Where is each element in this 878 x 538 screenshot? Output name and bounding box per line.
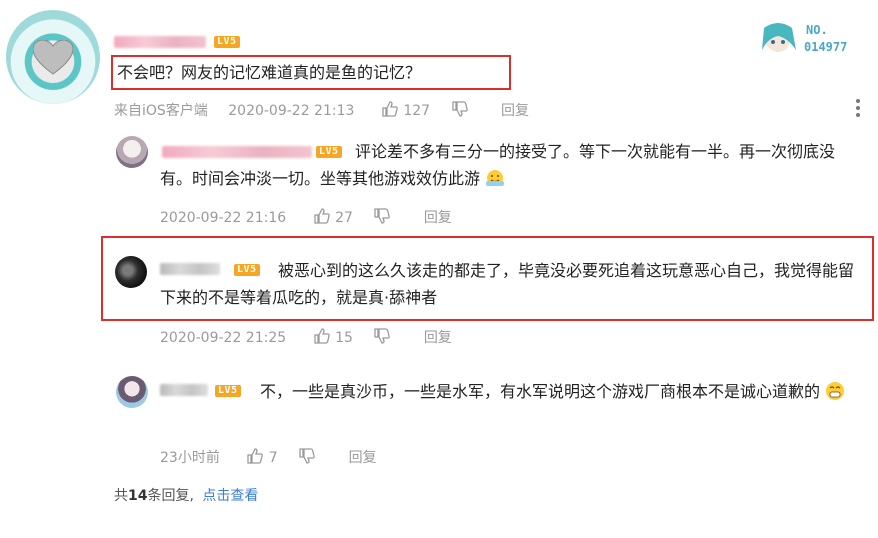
reply-button[interactable]: 回复 [349, 450, 377, 466]
reply-button[interactable]: 回复 [424, 210, 452, 226]
reply-1-meta: 2020-09-22 21:16 27 回复 [160, 207, 452, 226]
reply-button[interactable]: 回复 [424, 330, 452, 346]
like-button[interactable]: 7 [246, 448, 282, 466]
reply-3-text-content: 不，一些是真沙币，一些是水军，有水军说明这个游戏厂商根本不是诚心道歉的 [260, 382, 821, 401]
like-count: 15 [335, 330, 353, 346]
more-options-icon[interactable] [855, 98, 861, 118]
dislike-button[interactable] [298, 448, 320, 466]
reply-2-text: 被恶心到的这么久该走的都走了，毕竟没必要死追着这玩意恶心自己，我觉得能留下来的不… [160, 261, 855, 307]
footer-suffix: 条回复, [147, 488, 194, 504]
reply-2-avatar[interactable] [115, 256, 147, 288]
thumbs-up-icon [382, 101, 398, 117]
view-all-replies-link[interactable]: 点击查看 [202, 488, 258, 504]
main-comment-text: 不会吧？网友的记忆难道真的是鱼的记忆？ [117, 63, 422, 82]
reply-1-text: 评论差不多有三分一的接受了。等下一次就能有一半。再一次彻底没有。时间会冲淡一切。… [160, 138, 860, 192]
thumbs-down-icon [374, 208, 391, 224]
thumbs-up-icon [313, 208, 330, 224]
like-button[interactable]: 127 [381, 101, 435, 119]
heart-icon [33, 40, 73, 75]
thumbs-up-icon [247, 448, 264, 464]
thumbs-down-icon [299, 448, 315, 464]
comment-time: 2020-09-22 21:25 [160, 330, 287, 346]
like-count: 127 [403, 103, 431, 119]
comment-time: 2020-09-22 21:16 [160, 210, 287, 226]
main-comment-meta: 来自iOS客户端 2020-09-22 21:13 127 回复 [114, 100, 529, 119]
reply-3-avatar[interactable] [116, 376, 148, 408]
main-comment-username[interactable] [114, 36, 206, 48]
main-comment-avatar[interactable] [6, 10, 100, 104]
reply-3-meta: 23小时前 7 回复 [160, 447, 377, 466]
hug-emoji-icon [486, 170, 505, 186]
reply-1-avatar[interactable] [116, 136, 148, 168]
thumbs-down-icon [451, 101, 468, 117]
like-button[interactable]: 27 [313, 208, 358, 226]
thumbs-up-icon [313, 328, 330, 344]
footer-prefix: 共 [114, 488, 128, 504]
reply-2-meta: 2020-09-22 21:25 15 回复 [160, 327, 452, 346]
medal-no-label: NO. [806, 23, 828, 37]
reply-3-text: 不，一些是真沙币，一些是水军，有水军说明这个游戏厂商根本不是诚心道歉的 [160, 378, 865, 405]
level-badge: LV5 [214, 36, 240, 48]
like-count: 7 [268, 450, 278, 466]
reply-count-footer: 共14条回复, 点击查看 [114, 487, 258, 505]
comment-time: 23小时前 [160, 450, 220, 466]
like-count: 27 [335, 210, 353, 226]
like-button[interactable]: 15 [313, 328, 358, 346]
thumbs-down-icon [374, 328, 391, 344]
dislike-button[interactable] [373, 208, 395, 226]
fan-medal: NO. 014977 [758, 20, 858, 60]
medal-id: 014977 [804, 40, 848, 54]
comment-source: 来自iOS客户端 [114, 103, 208, 119]
reply-button[interactable]: 回复 [501, 103, 529, 119]
comment-time: 2020-09-22 21:13 [228, 103, 355, 119]
dislike-button[interactable] [373, 328, 395, 346]
mascot-icon [762, 23, 796, 52]
dislike-button[interactable] [451, 101, 473, 119]
reply-count: 14 [128, 488, 148, 504]
grin-emoji-icon [826, 382, 845, 400]
